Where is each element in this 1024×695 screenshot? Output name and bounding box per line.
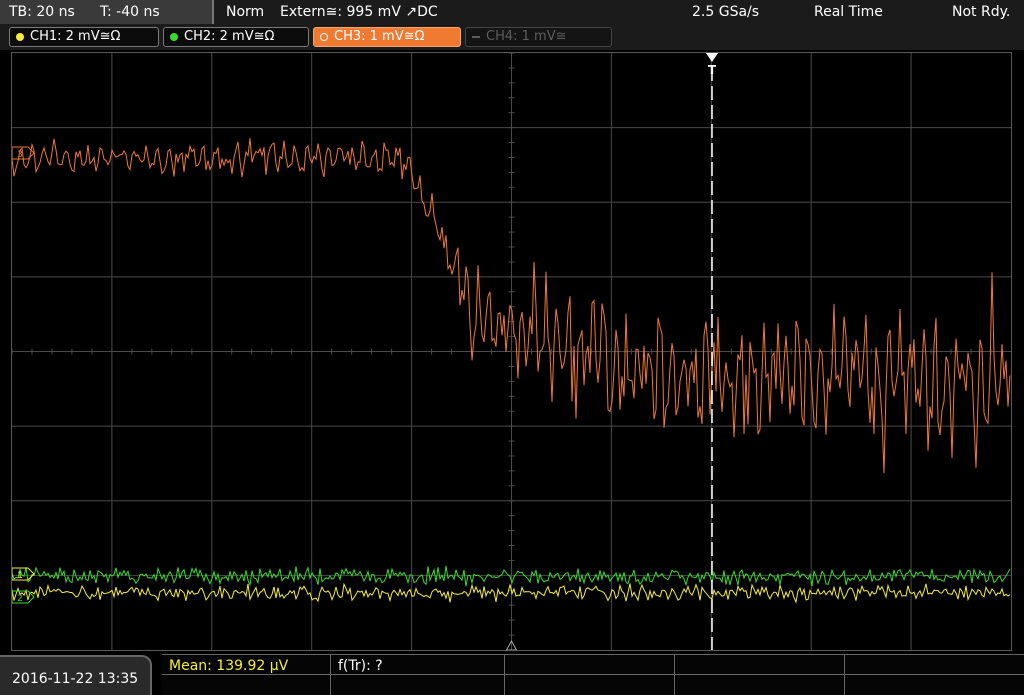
- waveform-display[interactable]: T 1 2 3: [11, 52, 1012, 651]
- measurement-divider: [162, 654, 1024, 655]
- measurement-divider: [844, 654, 845, 695]
- channel-1-button[interactable]: CH1: 2 mV≅Ω: [9, 27, 159, 47]
- channel-1-indicator-icon: [16, 33, 24, 41]
- channel-3-indicator-icon: [320, 33, 328, 41]
- channel-4-indicator-icon: [472, 36, 480, 38]
- measurement-divider: [504, 654, 505, 695]
- acquisition-status: Not Rdy.: [952, 4, 1011, 20]
- channel-level-marker-label: 2: [17, 594, 23, 604]
- timebase-readout[interactable]: TB: 20 ns: [9, 3, 75, 21]
- channel-2-indicator-icon: [170, 33, 178, 41]
- trigger-position-icon: [706, 53, 718, 62]
- measurement-divider: [162, 674, 1024, 675]
- channel-2-label: CH2: 2 mV≅Ω: [184, 29, 275, 44]
- sample-rate-readout: 2.5 GSa/s: [692, 4, 760, 20]
- rise-time-measurement[interactable]: f(Tr): ?: [338, 658, 383, 674]
- trigger-label: T: [708, 63, 717, 77]
- channel-2-button[interactable]: CH2: 2 mV≅Ω: [163, 27, 309, 47]
- channel-3-label: CH3: 1 mV≅Ω: [334, 29, 425, 44]
- datetime-readout: 2016-11-22 13:35: [12, 671, 139, 687]
- status-bar: TB: 20 ns T: -40 ns Norm Extern≅: 995 mV…: [0, 0, 1024, 24]
- channel-level-marker-label: 3: [17, 150, 23, 160]
- trigger-mode-readout[interactable]: Norm: [226, 3, 264, 21]
- channel-bar: CH1: 2 mV≅Ω CH2: 2 mV≅Ω CH3: 1 mV≅Ω CH4:…: [0, 24, 1024, 50]
- waveform-canvas[interactable]: T 1 2 3: [11, 52, 1011, 651]
- graticule-ticks: [11, 52, 992, 636]
- channel-4-label: CH4: 1 mV≅: [486, 29, 567, 44]
- trigger-offset-readout[interactable]: T: -40 ns: [100, 3, 160, 21]
- channel-4-button[interactable]: CH4: 1 mV≅: [465, 27, 612, 47]
- acquisition-mode-readout: Real Time: [814, 4, 883, 20]
- measurement-divider: [674, 654, 675, 695]
- datetime-panel: 2016-11-22 13:35: [0, 655, 152, 695]
- channel-level-marker-label: 1: [17, 571, 23, 581]
- measurement-divider: [330, 654, 331, 695]
- mean-measurement[interactable]: Mean: 139.92 µV: [169, 658, 288, 674]
- channel-3-button[interactable]: CH3: 1 mV≅Ω: [313, 27, 461, 47]
- trigger-source-readout[interactable]: Extern≅: 995 mV ↗DC: [280, 3, 438, 21]
- channel-1-label: CH1: 2 mV≅Ω: [30, 29, 121, 44]
